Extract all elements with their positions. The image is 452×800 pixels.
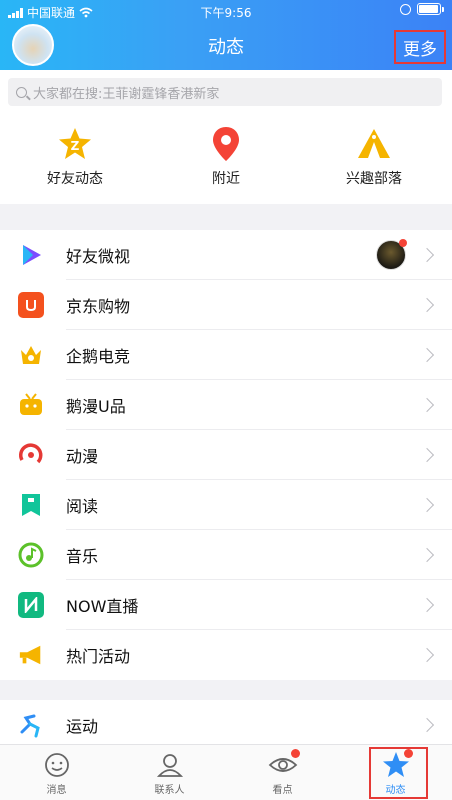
tab-messages[interactable]: 消息	[0, 745, 113, 800]
notification-dot	[290, 749, 300, 758]
tab-label: 联系人	[154, 785, 185, 796]
tent-icon	[356, 126, 392, 162]
rotation-lock-icon	[400, 3, 411, 15]
chevron-right-icon	[419, 397, 435, 413]
list-item-label: NOW直播	[66, 597, 139, 616]
chevron-right-icon	[419, 717, 435, 733]
eye-icon	[268, 749, 300, 779]
chevron-right-icon	[419, 647, 435, 663]
list-item-label: 运动	[66, 717, 99, 736]
list-item-reading[interactable]: 阅读	[0, 480, 452, 530]
list-item-label: 企鹅电竞	[66, 347, 131, 366]
list-item-label: 京东购物	[66, 297, 131, 316]
chevron-right-icon	[419, 497, 435, 513]
chevron-right-icon	[419, 447, 435, 463]
star-badge-icon: Z	[57, 126, 93, 162]
list-item-now-live[interactable]: NOW直播	[0, 580, 452, 630]
feature-list: 好友微视 京东购物 企鹅电竞 鹅漫U品 动漫 阅读 音乐 NOW直播 热门活动	[0, 230, 452, 680]
header: 中国联通 下午9:56 动态 更多	[0, 0, 452, 70]
shortcut-panel: Z 好友动态 附近 兴趣部落	[0, 114, 452, 204]
run-icon	[18, 712, 44, 738]
tab-label: 消息	[46, 785, 67, 796]
tv-icon	[18, 392, 44, 418]
shortcut-nearby[interactable]: 附近	[166, 126, 286, 188]
comic-icon	[18, 442, 44, 468]
list-item-comic[interactable]: 动漫	[0, 430, 452, 480]
highlight-box	[369, 747, 428, 799]
search-input[interactable]: 大家都在搜:王菲谢霆锋香港新家	[8, 78, 442, 106]
chevron-right-icon	[419, 297, 435, 313]
shortcut-label: 好友动态	[47, 171, 103, 187]
list-item-jd[interactable]: 京东购物	[0, 280, 452, 330]
page-title: 动态	[208, 37, 244, 58]
list-item-emall[interactable]: 鹅漫U品	[0, 380, 452, 430]
music-icon	[18, 542, 44, 568]
tab-contacts[interactable]: 联系人	[113, 745, 226, 800]
more-button[interactable]: 更多	[394, 30, 446, 64]
crown-icon	[18, 342, 44, 368]
search-bar: 大家都在搜:王菲谢霆锋香港新家	[0, 70, 452, 114]
contacts-icon	[155, 751, 185, 779]
shortcut-friend-feed[interactable]: Z 好友动态	[15, 126, 135, 188]
chevron-right-icon	[419, 247, 435, 263]
shortcut-label: 兴趣部落	[346, 171, 402, 187]
status-time: 下午9:56	[200, 6, 252, 20]
list-item-hot-events[interactable]: 热门活动	[0, 630, 452, 680]
search-placeholder: 大家都在搜:王菲谢霆锋香港新家	[33, 86, 220, 102]
now-live-icon	[18, 592, 44, 618]
chevron-right-icon	[419, 597, 435, 613]
list-item-sports[interactable]: 运动	[0, 700, 452, 750]
book-icon	[18, 492, 44, 518]
svg-text:Z: Z	[71, 139, 80, 153]
list-item-label: 音乐	[66, 547, 99, 566]
list-item-weishi[interactable]: 好友微视	[0, 230, 452, 280]
feature-list-secondary: 运动	[0, 700, 452, 750]
list-item-label: 热门活动	[66, 647, 131, 666]
tab-kandian[interactable]: 看点	[226, 745, 339, 800]
search-icon	[16, 86, 27, 98]
status-bar: 中国联通 下午9:56	[0, 0, 452, 22]
battery-icon	[417, 3, 441, 15]
chevron-right-icon	[419, 347, 435, 363]
list-item-label: 鹅漫U品	[66, 397, 126, 416]
friend-thumbnail	[376, 239, 407, 270]
list-item-label: 动漫	[66, 447, 99, 466]
tab-label: 看点	[272, 785, 293, 796]
list-item-label: 好友微视	[66, 247, 131, 266]
location-pin-icon	[208, 126, 244, 162]
shortcut-interest-tribe[interactable]: 兴趣部落	[314, 126, 434, 188]
chevron-right-icon	[419, 547, 435, 563]
play-icon	[18, 242, 44, 268]
list-item-music[interactable]: 音乐	[0, 530, 452, 580]
jd-icon	[18, 292, 44, 318]
list-item-label: 阅读	[66, 497, 99, 516]
shortcut-label: 附近	[212, 171, 240, 187]
list-item-esports[interactable]: 企鹅电竞	[0, 330, 452, 380]
notification-dot	[399, 239, 407, 247]
message-smile-icon	[42, 751, 72, 779]
megaphone-icon	[18, 642, 44, 668]
